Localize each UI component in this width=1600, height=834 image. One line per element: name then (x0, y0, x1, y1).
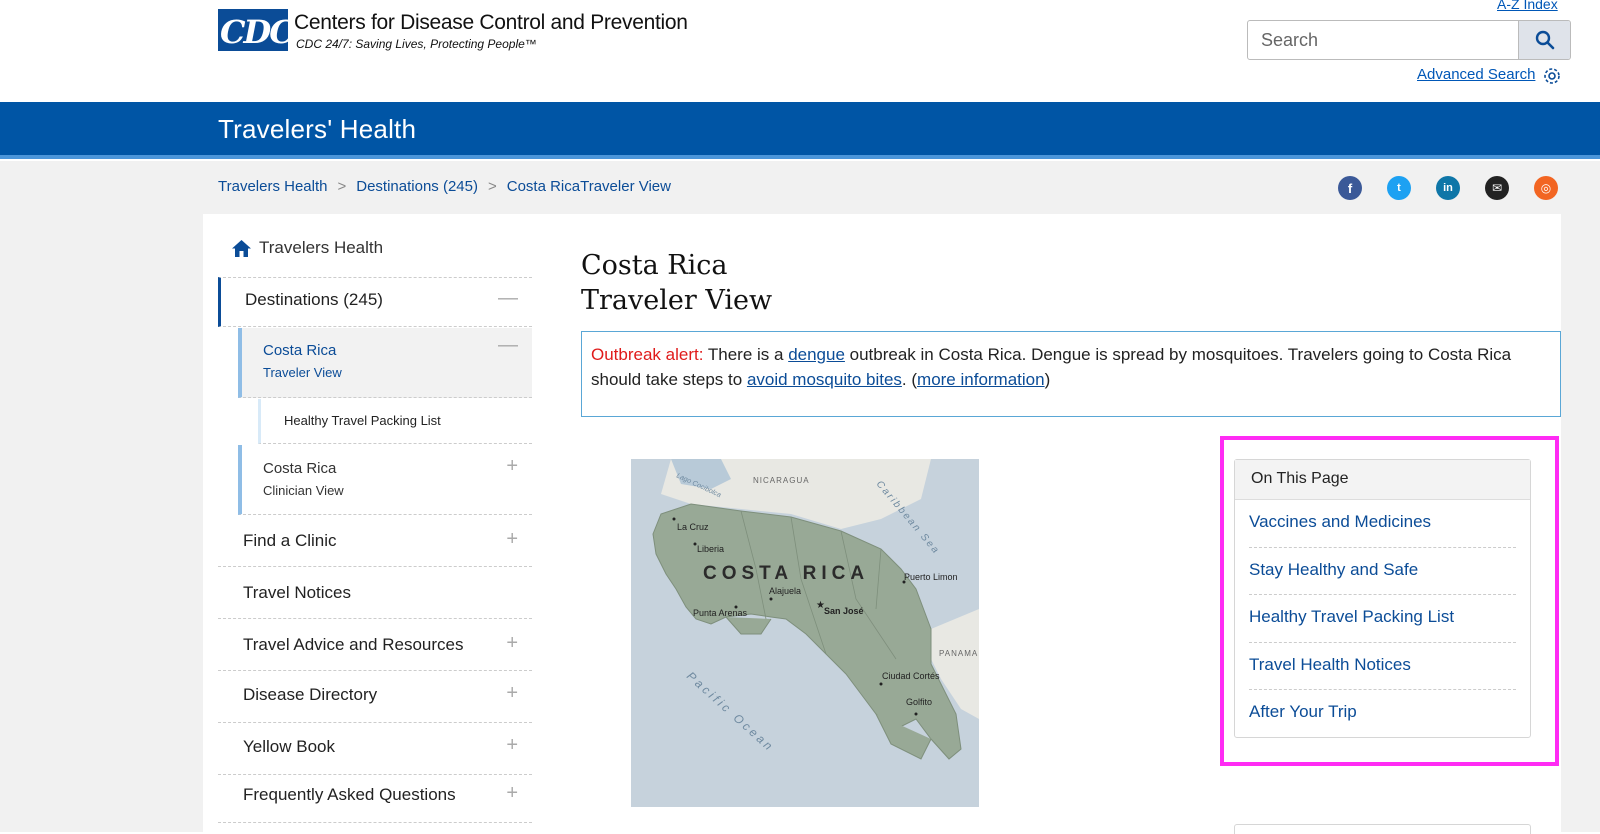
az-index-link[interactable]: A-Z Index (1497, 0, 1558, 12)
sidebar-item-label: Travel Notices (243, 583, 352, 602)
sidebar-item-travel-notices[interactable]: Travel Notices (218, 568, 532, 619)
otp-link-packing-list[interactable]: Healthy Travel Packing List (1249, 595, 1516, 643)
sidebar-item-destinations[interactable]: Destinations (245) — (218, 277, 532, 327)
otp-link-health-notices[interactable]: Travel Health Notices (1249, 643, 1516, 690)
alert-label: Outbreak alert: (591, 345, 704, 364)
sidebar-item-disease-directory[interactable]: Disease Directory + (218, 672, 532, 723)
page-title-line1: Costa Rica (581, 250, 728, 281)
sidebar-home-link[interactable]: Travelers Health (232, 238, 383, 258)
expand-icon[interactable]: + (506, 782, 518, 805)
page-title: Costa Rica Traveler View (581, 248, 772, 318)
sidebar-item-costa-rica-traveler[interactable]: Costa Rica Traveler View — (238, 328, 532, 398)
sidebar-item-label: Frequently Asked Questions (243, 785, 456, 804)
sidebar-item-label: Costa Rica (263, 342, 337, 359)
email-icon[interactable]: ✉ (1485, 176, 1509, 200)
avoid-mosquito-bites-link[interactable]: avoid mosquito bites (747, 370, 902, 389)
otp-link-stay-healthy[interactable]: Stay Healthy and Safe (1249, 548, 1516, 595)
breadcrumb-current[interactable]: Costa RicaTraveler View (507, 178, 671, 195)
sidebar-item-label: Yellow Book (243, 737, 335, 756)
expand-icon[interactable]: + (506, 682, 518, 705)
expand-icon[interactable]: + (506, 455, 518, 478)
expand-icon[interactable]: + (506, 734, 518, 757)
map-label-nicaragua: NICARAGUA (753, 476, 810, 485)
sidebar-item-label: Disease Directory (243, 685, 378, 704)
next-card-edge (1234, 824, 1531, 834)
syndicate-icon[interactable]: ◎ (1534, 176, 1558, 200)
alert-text: . ( (901, 370, 918, 389)
twitter-icon[interactable]: t (1387, 176, 1411, 200)
map-graphic: NICARAGUA Lago Cocibolca Caribbean Sea P… (631, 459, 979, 807)
facebook-icon[interactable]: f (1338, 176, 1362, 200)
otp-link-vaccines[interactable]: Vaccines and Medicines (1249, 500, 1516, 548)
sidebar-item-faq[interactable]: Frequently Asked Questions + (218, 776, 532, 823)
banner-title[interactable]: Travelers' Health (218, 114, 416, 145)
on-this-page-list: Vaccines and Medicines Stay Healthy and … (1235, 500, 1530, 738)
sidebar-item-label: Destinations (245) (245, 290, 383, 309)
sidebar-item-travel-advice[interactable]: Travel Advice and Resources + (218, 620, 532, 671)
cdc-logo-text: CDC (220, 13, 295, 51)
linkedin-icon[interactable]: in (1436, 176, 1460, 200)
site-tagline: CDC 24/7: Saving Lives, Protecting Peopl… (296, 37, 537, 51)
collapse-icon[interactable]: — (498, 287, 518, 310)
sidebar-item-packing-list[interactable]: Healthy Travel Packing List (258, 399, 532, 444)
breadcrumb-separator: > (337, 178, 347, 195)
sidebar-item-find-clinic[interactable]: Find a Clinic + (218, 516, 532, 567)
sidebar-home-label: Travelers Health (259, 238, 384, 257)
dengue-link[interactable]: dengue (788, 345, 845, 364)
breadcrumb-travelers-health[interactable]: Travelers Health (218, 178, 327, 195)
sidebar-item-sublabel: Clinician View (263, 483, 344, 498)
alert-text: There is a (703, 345, 789, 364)
sidebar-item-costa-rica-clinician[interactable]: Costa Rica Clinician View + (238, 445, 532, 515)
outbreak-alert: Outbreak alert: There is a dengue outbre… (581, 331, 1561, 417)
map-label-panama: PANAMA (939, 649, 978, 658)
breadcrumb: Travelers Health > Destinations (245) > … (218, 178, 671, 195)
map-city-san-jose: San José (824, 606, 864, 616)
site-header: CDC Centers for Disease Control and Prev… (0, 0, 1600, 102)
collapse-icon[interactable]: — (498, 334, 518, 357)
sidebar-item-label: Costa Rica (263, 460, 337, 477)
otp-link-after-trip[interactable]: After Your Trip (1249, 690, 1516, 738)
section-banner: Travelers' Health (0, 102, 1600, 159)
on-this-page-box: On This Page Vaccines and Medicines Stay… (1234, 459, 1531, 738)
costa-rica-map: NICARAGUA Lago Cocibolca Caribbean Sea P… (631, 459, 979, 807)
map-city-ciudad-cortes: Ciudad Cortés (882, 671, 940, 681)
sidebar-item-label: Healthy Travel Packing List (284, 413, 441, 428)
on-this-page-heading: On This Page (1235, 460, 1530, 500)
sidebar-item-yellow-book[interactable]: Yellow Book + (218, 724, 532, 775)
sidebar-item-sublabel: Traveler View (263, 365, 342, 380)
expand-icon[interactable]: + (506, 632, 518, 655)
map-city-liberia: Liberia (697, 544, 724, 554)
map-city-punta-arenas: Punta Arenas (693, 608, 748, 618)
gear-icon[interactable] (1543, 67, 1561, 85)
sidebar-item-label: Find a Clinic (243, 531, 337, 550)
search-input[interactable] (1248, 21, 1518, 59)
more-information-link[interactable]: more information (917, 370, 1045, 389)
search-form (1247, 20, 1571, 60)
alert-text: ) (1044, 370, 1051, 389)
map-city-la-cruz: La Cruz (677, 522, 709, 532)
breadcrumb-separator: > (487, 178, 497, 195)
page-title-line2: Traveler View (581, 285, 773, 316)
map-label-country: COSTA RICA (703, 563, 869, 584)
search-icon (1535, 30, 1554, 50)
search-button[interactable] (1518, 21, 1570, 59)
map-city-puerto-limon: Puerto Limon (904, 572, 958, 582)
sidebar-item-label: Travel Advice and Resources (243, 635, 464, 654)
site-title[interactable]: Centers for Disease Control and Preventi… (294, 11, 688, 35)
breadcrumb-destinations[interactable]: Destinations (245) (356, 178, 478, 195)
map-city-golfito: Golfito (906, 697, 932, 707)
social-share-bar: f t in ✉ ◎ (1338, 176, 1558, 200)
cdc-logo[interactable]: CDC (218, 9, 295, 51)
advanced-search-link[interactable]: Advanced Search (1417, 66, 1535, 83)
map-city-alajuela: Alajuela (769, 586, 801, 596)
expand-icon[interactable]: + (506, 528, 518, 551)
home-icon (232, 239, 251, 257)
